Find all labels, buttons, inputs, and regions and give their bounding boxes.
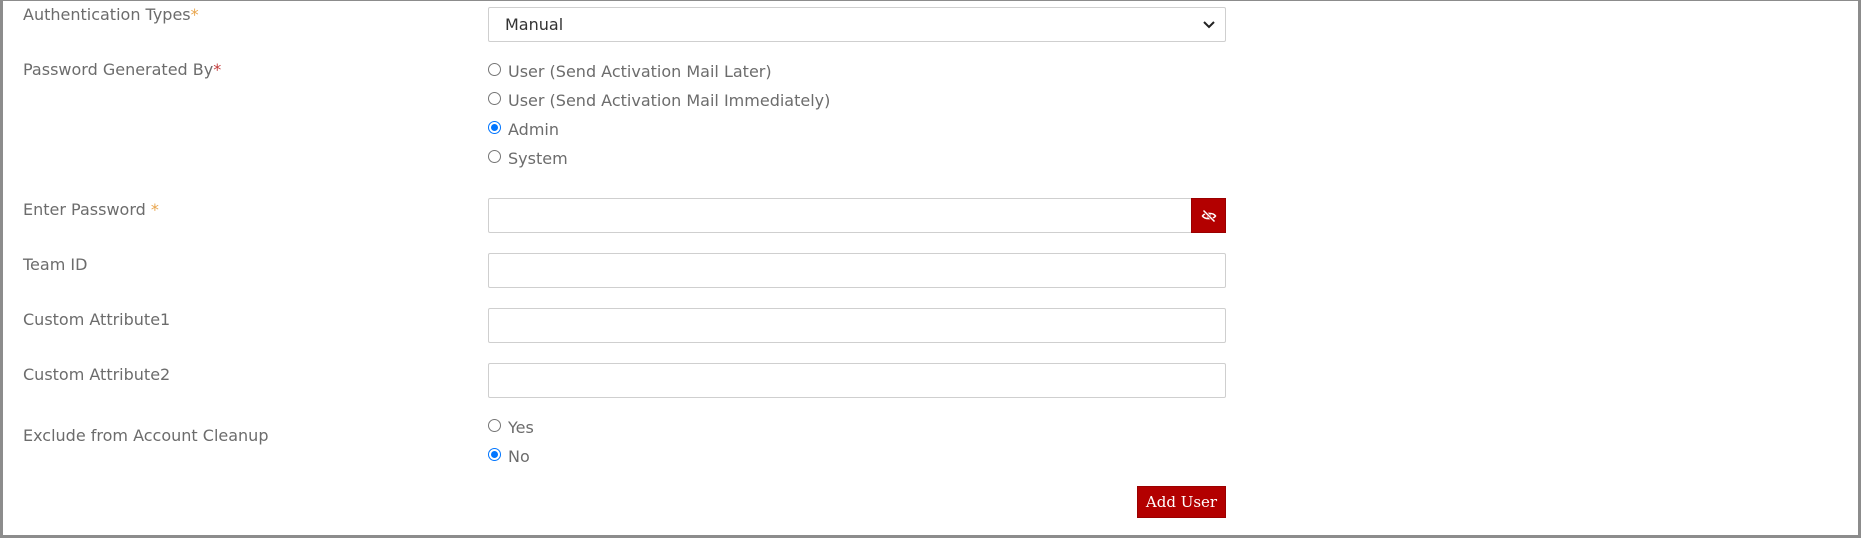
radio-label: System xyxy=(508,148,568,168)
radio-option-system[interactable]: System xyxy=(488,147,568,169)
chevron-down-icon xyxy=(1203,21,1215,29)
radio-label: User (Send Activation Mail Immediately) xyxy=(508,90,831,110)
custom-attribute1-label: Custom Attribute1 xyxy=(23,310,171,329)
radio-option-no[interactable]: No xyxy=(488,445,530,467)
password-generated-by-label: Password Generated By* xyxy=(23,60,221,79)
eye-slash-icon xyxy=(1201,208,1216,223)
radio-button[interactable] xyxy=(488,91,501,105)
radio-option-yes[interactable]: Yes xyxy=(488,416,534,438)
enter-password-label: Enter Password * xyxy=(23,200,159,219)
radio-button[interactable] xyxy=(488,62,501,76)
auth-types-select[interactable]: Manual xyxy=(488,7,1226,42)
team-id-input[interactable] xyxy=(488,253,1226,288)
password-input[interactable] xyxy=(488,198,1192,233)
auth-types-selected-value: Manual xyxy=(505,15,564,34)
radio-label: Admin xyxy=(508,119,559,139)
radio-button[interactable] xyxy=(488,149,501,163)
required-mark: * xyxy=(213,60,222,79)
auth-types-label: Authentication Types* xyxy=(23,5,199,24)
add-user-button[interactable]: Add User xyxy=(1137,486,1226,518)
custom-attribute2-input[interactable] xyxy=(488,363,1226,398)
custom-attribute2-label: Custom Attribute2 xyxy=(23,365,171,384)
radio-button[interactable] xyxy=(488,418,501,432)
radio-button-checked[interactable] xyxy=(488,120,501,134)
radio-label: User (Send Activation Mail Later) xyxy=(508,61,772,81)
enter-password-label-text: Enter Password xyxy=(23,200,146,219)
radio-option-admin[interactable]: Admin xyxy=(488,118,559,140)
add-user-form: Authentication Types* Manual Password Ge… xyxy=(0,0,1861,538)
team-id-label: Team ID xyxy=(23,255,88,274)
auth-types-label-text: Authentication Types xyxy=(23,5,191,24)
custom-attribute1-input[interactable] xyxy=(488,308,1226,343)
toggle-password-visibility-button[interactable] xyxy=(1191,198,1226,233)
radio-label: Yes xyxy=(508,417,534,437)
required-mark: * xyxy=(150,200,159,219)
password-generated-by-label-text: Password Generated By xyxy=(23,60,214,79)
radio-label: No xyxy=(508,446,530,466)
radio-option-user-immediately[interactable]: User (Send Activation Mail Immediately) xyxy=(488,89,830,111)
exclude-cleanup-label: Exclude from Account Cleanup xyxy=(23,426,269,445)
radio-option-user-later[interactable]: User (Send Activation Mail Later) xyxy=(488,60,772,82)
required-mark: * xyxy=(190,5,199,24)
radio-button-checked[interactable] xyxy=(488,447,501,461)
